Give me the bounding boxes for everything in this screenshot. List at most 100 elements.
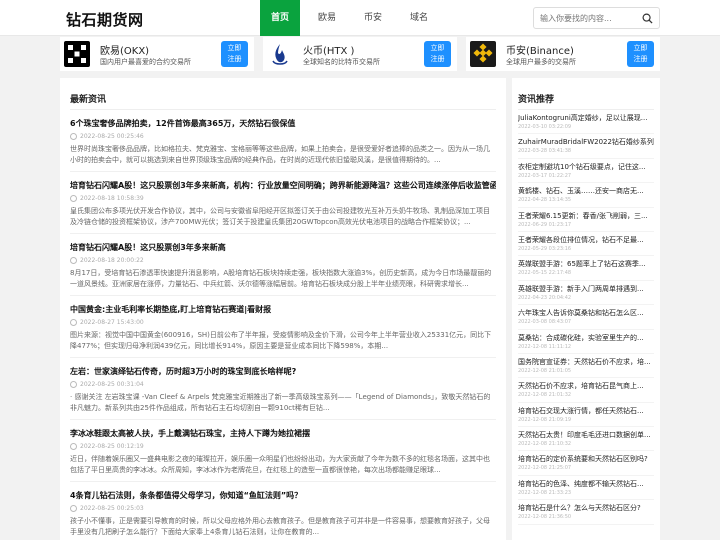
clock-icon <box>70 381 77 388</box>
exchange-card-binance[interactable]: 币安(Binance) 全球用户最多的交易所 立即 注册 <box>466 37 660 71</box>
recommend-item[interactable]: 六年珠宝人告诉你莫桑钻和钻石怎么区... 2022-03-08 08:43:07 <box>518 305 654 330</box>
top-header: 钻石期货网 首页 欧易 币安 域名 <box>0 0 720 36</box>
search-input[interactable] <box>534 8 634 28</box>
news-title[interactable]: 中国黄金:主业毛利率长期垫底,盯上培育钻石赛道|看财报 <box>70 304 496 316</box>
recommend-item[interactable]: 英媒联盟手游：65题率上了钻石这赛季... 2022-05-15 22:17:48 <box>518 256 654 281</box>
exchange-desc: 国内用户最喜爱的合约交易所 <box>100 58 191 66</box>
recommend-title[interactable]: 王者荣耀6.15更新：春香/张飞削弱，三... <box>518 211 654 221</box>
exchange-card-okx[interactable]: 欧易(OKX) 国内用户最喜爱的合约交易所 立即 注册 <box>60 37 254 71</box>
recommend-title[interactable]: 王者荣耀各段位排位情况，钻石不足最... <box>518 235 654 245</box>
recommend-title[interactable]: 天然钻石太贵！印度毛毛还进口数据创单... <box>518 430 654 440</box>
news-item: 4条育儿钻石法则，条条都值得父母学习，你知道“鱼缸法则”吗？ 2022-08-25… <box>70 482 496 540</box>
news-column: 最新资讯 6个珠宝奢侈品牌拍卖，12件首饰最高365万，天然钻石很保值 2022-… <box>60 78 506 540</box>
recommend-title[interactable]: JuliaKontogruni高定婚纱，足以让展现... <box>518 113 654 123</box>
clock-icon <box>70 505 77 512</box>
news-item: 中国黄金:主业毛利率长期垫底,盯上培育钻石赛道|看财报 2022-08-27 15… <box>70 296 496 358</box>
news-summary: 近日，伴随着娱乐圈又一盛典电影之夜的璀璨拉开，娱乐圈一众明星们也纷纷出动，为大家… <box>70 455 490 474</box>
news-time-text: 2022-08-25 00:25:03 <box>80 505 144 512</box>
exchange-name: 火币(HTX ) <box>303 46 355 57</box>
sidebar-title: 资讯推荐 <box>518 78 654 110</box>
recommend-title[interactable]: 衣柜定制避坑10个钻石级要点，记住这... <box>518 162 654 172</box>
recommend-title[interactable]: 英雄联盟手游：新手入门两周单排遇到... <box>518 284 654 294</box>
recommend-item[interactable]: 培育钻石交现大涨行情，都任天然钻石... 2022-12-08 21:09:19 <box>518 403 654 428</box>
register-button[interactable]: 立即 注册 <box>627 41 654 67</box>
recommend-time: 2022-12-08 21:10:32 <box>518 441 572 448</box>
recommend-time: 2022-12-08 11:11:12 <box>518 343 572 350</box>
register-button[interactable]: 立即 注册 <box>221 41 248 67</box>
recommend-time: 2022-12-08 21:25:07 <box>518 465 572 472</box>
news-title[interactable]: 4条育儿钻石法则，条条都值得父母学习，你知道“鱼缸法则”吗？ <box>70 490 496 502</box>
recommend-item[interactable]: 衣柜定制避坑10个钻石级要点，记住这... 2022-03-17 01:22:27 <box>518 159 654 184</box>
binance-logo-icon <box>470 41 496 67</box>
recommend-item[interactable]: 培育钻石是什么？怎么与天然钻石区分? 2022-12-08 21:36:50 <box>518 500 654 525</box>
recommend-title[interactable]: 六年珠宝人告诉你莫桑钻和钻石怎么区... <box>518 308 654 318</box>
recommend-item[interactable]: 培育钻石的定价系统要和天然钻石区别吗? 2022-12-08 21:25:07 <box>518 451 654 476</box>
exchange-desc: 全球用户最多的交易所 <box>506 58 576 66</box>
news-title[interactable]: 培育钻石闪耀A股！这只股票创3年多来新高 <box>70 242 496 254</box>
recommend-time: 2022-04-23 20:04:42 <box>518 294 572 301</box>
recommend-item[interactable]: 天然钻石价不应求，培育钻石昆气商上... 2022-12-08 21:01:32 <box>518 378 654 403</box>
news-summary: 孩子小不懂事，正是需要引导教育的时候，所以父母应格外用心去教育孩子。但是教育孩子… <box>70 517 490 536</box>
htx-logo-icon <box>267 41 293 67</box>
recommend-item[interactable]: 王者荣耀各段位排位情况，钻石不足最... 2022-05-29 03:23:16 <box>518 232 654 257</box>
clock-icon <box>70 257 77 264</box>
search-box <box>533 7 660 29</box>
nav-item-okx[interactable]: 欧易 <box>308 0 346 36</box>
recommend-title[interactable]: 莫桑钻：合成碳化硅，实验室里生产的... <box>518 333 654 343</box>
register-button[interactable]: 立即 注册 <box>424 41 451 67</box>
nav-item-domain[interactable]: 域名 <box>400 0 438 36</box>
news-time-text: 2022-08-25 00:31:04 <box>80 381 144 388</box>
recommend-title[interactable]: 培育钻石是什么？怎么与天然钻石区分? <box>518 503 654 513</box>
recommend-time: 2022-05-29 03:23:16 <box>518 245 572 252</box>
clock-icon <box>70 133 77 140</box>
recommend-title[interactable]: 黄鹤楼、钻石、玉溪……还安一商店无... <box>518 186 654 196</box>
recommend-time: 2022-12-08 21:01:05 <box>518 367 572 374</box>
recommend-time: 2022-12-08 21:33:23 <box>518 489 572 496</box>
recommend-item[interactable]: 莫桑钻：合成碳化硅，实验室里生产的... 2022-12-08 11:11:12 <box>518 330 654 354</box>
news-summary: · 感谢关注 左岩珠宝课 -Van Cleef & Arpels 梵克雅宝近期推… <box>70 393 491 412</box>
exchange-card-htx[interactable]: 火币(HTX ) 全球知名的比特币交易所 立即 注册 <box>263 37 457 71</box>
news-item: 李冰冰鞋跟太高被人扶，手上戴满钻石珠宝，主持人下蹲为她拉裙摆 2022-08-25… <box>70 420 496 482</box>
news-title[interactable]: 培育钻石闪耀A股！这只股票创3年多来新高，机构：行业放量空间明确；跨界新能源降温… <box>70 180 496 192</box>
site-logo[interactable]: 钻石期货网 <box>66 9 144 30</box>
news-item: 培育钻石闪耀A股！这只股票创3年多来新高 2022-08-18 20:00:22 8… <box>70 234 496 296</box>
recommend-item[interactable]: 培育钻石的色泽、纯度都不输天然钻石... 2022-12-08 21:33:23 <box>518 476 654 501</box>
recommend-title[interactable]: ZuhairMuradBridalFW2022钻石婚纱系列 <box>518 137 654 147</box>
recommend-item[interactable]: JuliaKontogruni高定婚纱，足以让展现... 2022-03-10 0… <box>518 110 654 135</box>
recommend-item[interactable]: ZuhairMuradBridalFW2022钻石婚纱系列 2022-03-28 … <box>518 134 654 159</box>
nav-item-binance[interactable]: 币安 <box>354 0 392 36</box>
exchange-desc: 全球知名的比特币交易所 <box>303 58 380 66</box>
nav-item-home[interactable]: 首页 <box>260 0 301 36</box>
exchange-name: 币安(Binance) <box>506 46 574 57</box>
section-title: 最新资讯 <box>70 78 496 110</box>
news-time: 2022-08-25 00:25:46 <box>70 133 496 140</box>
recommend-time: 2022-04-28 13:14:35 <box>518 197 572 204</box>
news-item: 左岩：世家演绎钻石传奇，历时超3万小时的珠宝到底长啥样呢? 2022-08-25 … <box>70 358 496 420</box>
news-time: 2022-08-25 00:25:03 <box>70 505 496 512</box>
clock-icon <box>70 319 77 326</box>
recommend-time: 2022-05-15 22:17:48 <box>518 270 572 277</box>
news-title[interactable]: 李冰冰鞋跟太高被人扶，手上戴满钻石珠宝，主持人下蹲为她拉裙摆 <box>70 428 496 440</box>
recommend-time: 2022-12-08 21:09:19 <box>518 416 572 423</box>
news-time: 2022-08-18 20:00:22 <box>70 257 496 264</box>
recommend-item[interactable]: 王者荣耀6.15更新：春香/张飞削弱，三... 2022-06-29 01:23:… <box>518 208 654 232</box>
recommend-item[interactable]: 天然钻石太贵！印度毛毛还进口数据创单... 2022-12-08 21:10:32 <box>518 427 654 452</box>
recommend-title[interactable]: 国务院官宣证券：天然钻石价不应求，培... <box>518 357 654 367</box>
okx-logo-icon <box>64 41 90 67</box>
news-summary: 图片来源：视觉中国中国黄金(600916，SH)日前公布了半年报，受疫情影响及金… <box>70 331 492 350</box>
news-time: 2022-08-25 00:12:19 <box>70 443 496 450</box>
recommend-title[interactable]: 培育钻石的定价系统要和天然钻石区别吗? <box>518 454 654 464</box>
news-summary: 8月17日，受培育钻石渗透率快速提升消息影响，A股培育钻石板块持续走强，板块指数… <box>70 269 492 288</box>
recommend-title[interactable]: 天然钻石价不应求，培育钻石昆气商上... <box>518 381 654 391</box>
recommend-item[interactable]: 黄鹤楼、钻石、玉溪……还安一商店无... 2022-04-28 13:14:35 <box>518 183 654 208</box>
recommend-time: 2022-03-17 01:22:27 <box>518 172 572 179</box>
news-title[interactable]: 6个珠宝奢侈品牌拍卖，12件首饰最高365万，天然钻石很保值 <box>70 118 496 130</box>
recommend-title[interactable]: 培育钻石交现大涨行情，都任天然钻石... <box>518 406 654 416</box>
recommend-time: 2022-03-10 03:22:09 <box>518 124 572 130</box>
recommend-item[interactable]: 国务院官宣证券：天然钻石价不应求，培... 2022-12-08 21:01:05 <box>518 354 654 379</box>
recommend-title[interactable]: 英媒联盟手游：65题率上了钻石这赛季... <box>518 259 654 269</box>
news-title[interactable]: 左岩：世家演绎钻石传奇，历时超3万小时的珠宝到底长啥样呢? <box>70 366 496 378</box>
search-icon[interactable] <box>642 13 653 24</box>
recommend-item[interactable]: 英雄联盟手游：新手入门两周单排遇到... 2022-04-23 20:04:42 <box>518 281 654 306</box>
recommend-title[interactable]: 培育钻石的色泽、纯度都不输天然钻石... <box>518 479 654 489</box>
